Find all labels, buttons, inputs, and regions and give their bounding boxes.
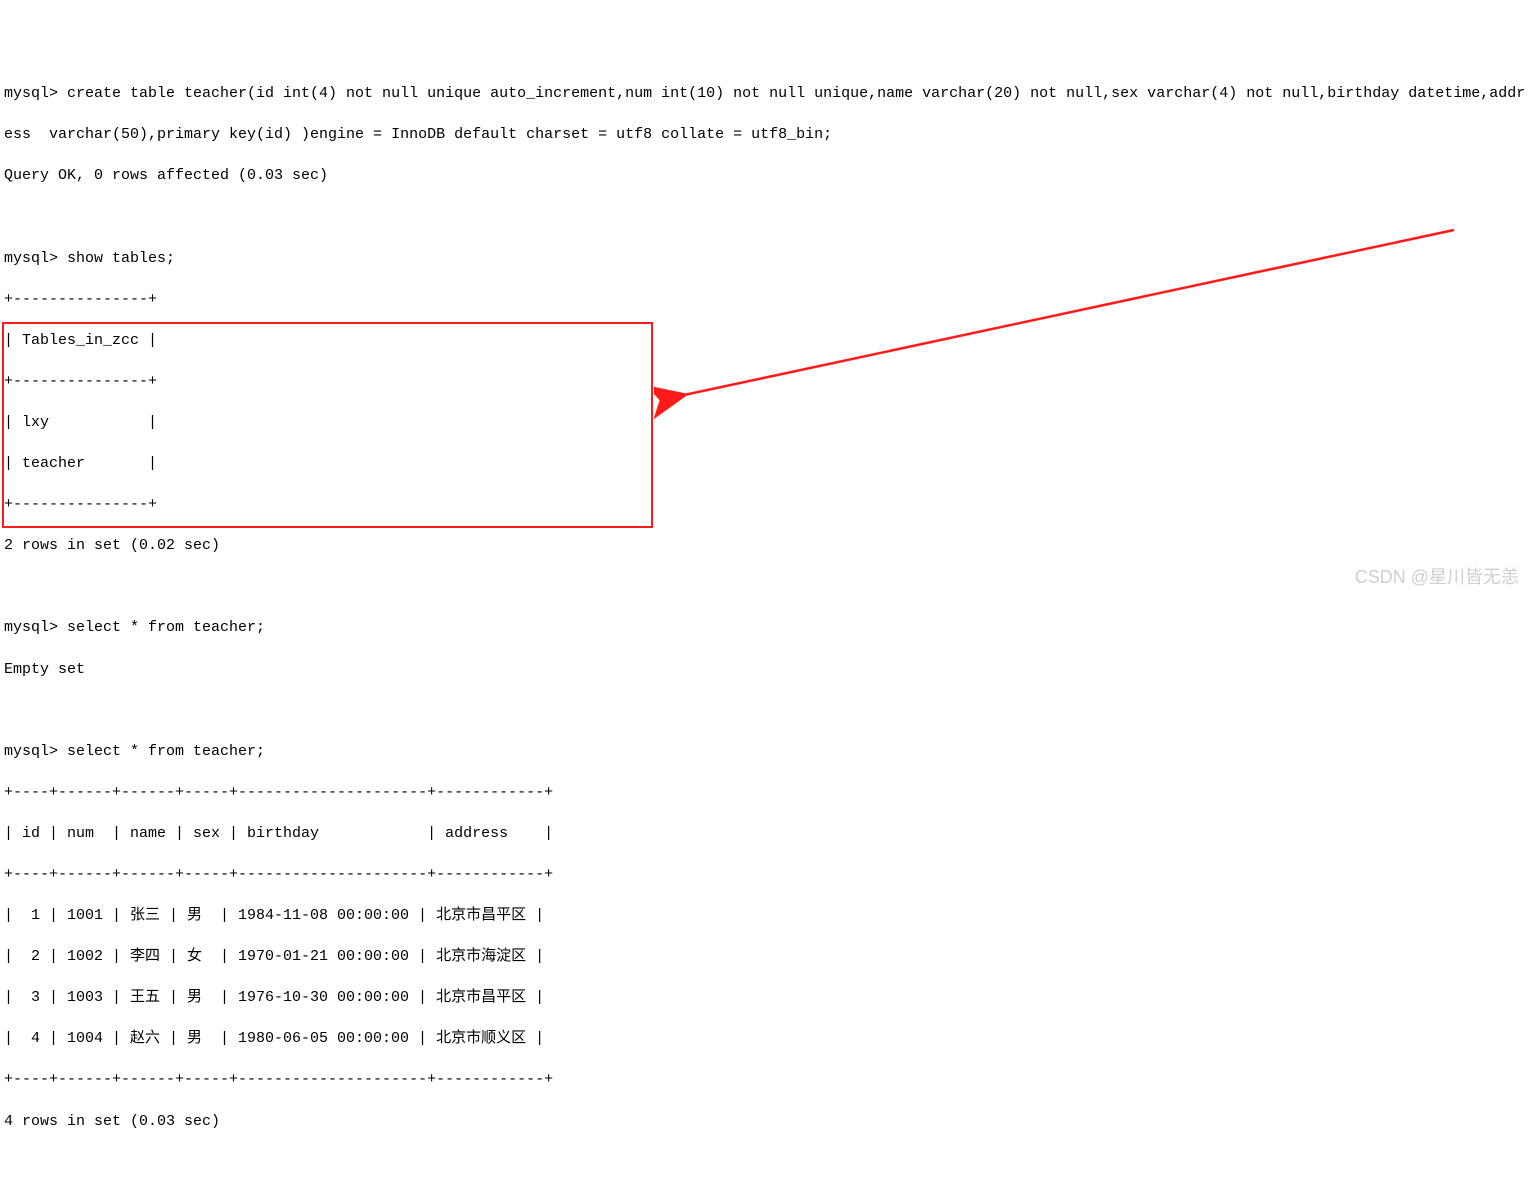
cmd-text: select * from teacher; — [67, 619, 265, 636]
create-table-line2: ess varchar(50),primary key(id) )engine … — [4, 125, 1531, 146]
show-header: | Tables_in_zcc | — [4, 331, 1531, 352]
create-table-line1: mysql> create table teacher(id int(4) no… — [4, 84, 1531, 105]
table-row: | 1 | 1001 | 张三 | 男 | 1984-11-08 00:00:0… — [4, 906, 1531, 927]
table-row: | 2 | 1002 | 李四 | 女 | 1970-01-21 00:00:0… — [4, 947, 1531, 968]
table-row: | 4 | 1004 | 赵六 | 男 | 1980-06-05 00:00:0… — [4, 1029, 1531, 1050]
blank — [4, 1153, 1531, 1174]
show-row: | lxy | — [4, 413, 1531, 434]
cmd-text: select * from teacher; — [67, 743, 265, 760]
blank — [4, 701, 1531, 722]
prompt: mysql> — [4, 1195, 67, 1196]
cmd-text: show tables; — [67, 250, 175, 267]
blank — [4, 207, 1531, 228]
show-border-mid: +---------------+ — [4, 372, 1531, 393]
show-count: 2 rows in set (0.02 sec) — [4, 536, 1531, 557]
show-row: | teacher | — [4, 454, 1531, 475]
prompt-idle[interactable]: mysql> — [4, 1194, 1531, 1196]
select2-cmd: mysql> select * from teacher; — [4, 742, 1531, 763]
prompt: mysql> — [4, 250, 67, 267]
table-border-top: +----+------+------+-----+--------------… — [4, 783, 1531, 804]
show-border-bot: +---------------+ — [4, 495, 1531, 516]
table-border-mid: +----+------+------+-----+--------------… — [4, 865, 1531, 886]
watermark: CSDN @星川皆无恙 — [1355, 565, 1519, 590]
show-tables-cmd: mysql> show tables; — [4, 249, 1531, 270]
prompt: mysql> — [4, 743, 67, 760]
table-count: 4 rows in set (0.03 sec) — [4, 1112, 1531, 1133]
table-row: | 3 | 1003 | 王五 | 男 | 1976-10-30 00:00:0… — [4, 988, 1531, 1009]
blank — [4, 577, 1531, 598]
select1-cmd: mysql> select * from teacher; — [4, 618, 1531, 639]
table-border-bot: +----+------+------+-----+--------------… — [4, 1070, 1531, 1091]
prompt: mysql> — [4, 619, 67, 636]
show-border-top: +---------------+ — [4, 290, 1531, 311]
create-ok: Query OK, 0 rows affected (0.03 sec) — [4, 166, 1531, 187]
empty-set: Empty set — [4, 660, 1531, 681]
table-header: | id | num | name | sex | birthday | add… — [4, 824, 1531, 845]
